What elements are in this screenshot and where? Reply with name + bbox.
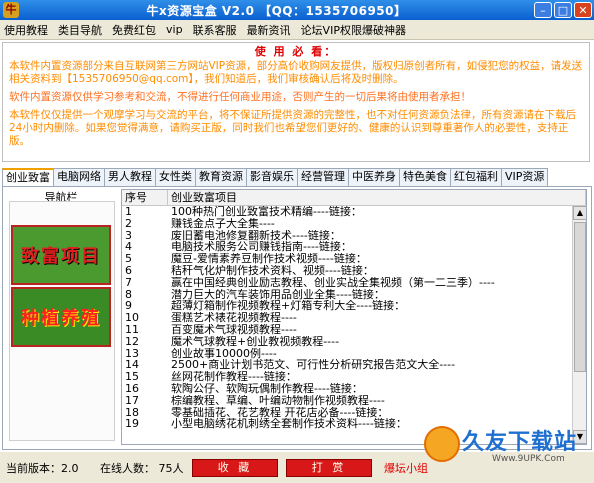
list-scrollbar[interactable]: ▲ ▼ xyxy=(572,206,586,444)
list-item-title: 魔豆-爱情素养豆制作技术视频----链接： xyxy=(171,253,367,265)
list-body: 1 100种热门创业致富技术精编----链接： 2 赚钱金点子大全集---- 3 废旧蓄电… xyxy=(122,206,586,430)
online-count: 在线人数： 75人 xyxy=(100,461,184,475)
tab-men[interactable]: 男人教程 xyxy=(104,168,156,186)
window-title: 牛x资源宝盒 V2.0 【QQ：1535706950】 xyxy=(146,3,407,18)
scroll-up-icon[interactable]: ▲ xyxy=(573,206,586,220)
list-item[interactable]: 14 2500+商业计划书范文、可行性分析研究报告范文大全---- xyxy=(122,359,586,371)
menu-category-nav[interactable]: 类目导航 xyxy=(58,22,102,38)
list-item-title: 创业故事10000例---- xyxy=(171,347,277,360)
site-watermark: 久友下载站 Www.9UPK.Com xyxy=(422,422,590,472)
list-item-index: 2 xyxy=(125,216,132,230)
list-item[interactable]: 3 废旧蓄电池修复翻新技术----链接： xyxy=(122,229,586,242)
list-item[interactable]: 9 超薄灯箱制作视频教程+灯箱专利大全----链接： xyxy=(122,300,586,312)
list-item-title: 电脑技术服务公司赚钱指南----链接： xyxy=(171,241,352,254)
list-item-title: 秸秆气化炉制作技术资料、视频----链接： xyxy=(171,264,374,277)
menu-vip[interactable]: vip xyxy=(166,23,183,36)
notice-panel: 使 用 必 看： 本软件内置资源部分来自互联网第三方网站VIP资源，部分高价收购… xyxy=(2,42,590,162)
maximize-button[interactable]: □ xyxy=(554,2,572,18)
list-header: 序号 创业致富项目 xyxy=(122,190,586,206)
tab-computer[interactable]: 电脑网络 xyxy=(53,168,105,186)
list-item-title: 魔术气球教程+创业教视频教程---- xyxy=(171,335,340,348)
list-item[interactable]: 6 秸秆气化炉制作技术资料、视频----链接： xyxy=(122,265,586,277)
watermark-text: 久友下载站 xyxy=(462,430,578,455)
nav-button-wealth-projects[interactable]: 致富项目 xyxy=(11,225,111,285)
list-item-index: 19 xyxy=(125,417,139,431)
list-item[interactable]: 1 100种热门创业致富技术精编----链接： xyxy=(122,206,586,218)
list-item[interactable]: 12 魔术气球教程+创业教视频教程---- xyxy=(122,334,586,348)
scroll-thumb[interactable] xyxy=(574,222,586,372)
nav-panel: 导航栏 致富项目 种植养殖 xyxy=(5,187,117,445)
list-item-title: 蛋糕艺术裱花视频教程---- xyxy=(171,312,297,324)
list-item-title: 棕编教程、草编、叶编动物制作视频教程---- xyxy=(171,394,385,407)
list-item[interactable]: 18 零基础插花、花艺教程 开花店必备----链接： xyxy=(122,406,586,419)
minimize-button[interactable]: – xyxy=(534,2,552,18)
list-item-index: 16 xyxy=(125,381,139,395)
list-item-title: 100种热门创业致富技术精编----链接： xyxy=(171,206,362,218)
tip-button[interactable]: 打 赏 xyxy=(286,458,372,477)
list-item-title: 赢在中国经典创业励志教程、创业实战全集视频（第一二三季）---- xyxy=(171,276,495,289)
list-item-index: 17 xyxy=(125,393,139,407)
menu-bar: 使用教程 类目导航 免费红包 vip 联系客服 最新资讯 论坛VIP权限爆破神器 xyxy=(0,20,594,40)
menu-news[interactable]: 最新资讯 xyxy=(247,22,291,38)
tab-content: 导航栏 致富项目 种植养殖 序号 创业致富项目 1 100种热门创业致富技术精编-… xyxy=(2,186,592,450)
menu-contact[interactable]: 联系客服 xyxy=(193,22,237,38)
list-item-title: 潜力巨大的汽车装饰用品创业全集----链接： xyxy=(171,288,385,301)
list-item[interactable]: 2 赚钱金点子大全集---- xyxy=(122,216,586,230)
category-tabs: 创业致富 电脑网络 男人教程 女性类 教育资源 影音娱乐 经营管理 中医养身 特… xyxy=(2,168,592,186)
notice-title: 使 用 必 看： xyxy=(254,45,338,58)
tab-vip[interactable]: VIP资源 xyxy=(501,168,549,186)
notice-paragraph: 本软件仅仅提供一个观摩学习与交流的平台，将不保证所提供资源的完整性，也不对任何资… xyxy=(9,109,576,147)
column-header-title[interactable]: 创业致富项目 xyxy=(168,190,586,205)
watermark-logo-icon xyxy=(424,426,460,462)
list-item[interactable]: 8 潜力巨大的汽车装饰用品创业全集----链接： xyxy=(122,288,586,301)
list-item-title: 2500+商业计划书范文、可行性分析研究报告范文大全---- xyxy=(171,359,456,372)
list-item[interactable]: 7 赢在中国经典创业励志教程、创业实战全集视频（第一二三季）---- xyxy=(122,275,586,289)
list-item-title: 废旧蓄电池修复翻新技术----链接： xyxy=(171,229,341,242)
menu-forum-tool[interactable]: 论坛VIP权限爆破神器 xyxy=(301,22,406,38)
tab-health[interactable]: 中医养身 xyxy=(348,168,400,186)
notice-paragraph: 软件内置资源仅供学习参考和交流，不得进行任何商业用途，否则产生的一切后果将由使用… xyxy=(9,91,471,103)
list-item[interactable]: 17 棕编教程、草编、叶编动物制作视频教程---- xyxy=(122,393,586,407)
notice-paragraph: 本软件内置资源部分来自互联网第三方网站VIP资源，部分高价收购网友提供，版权归原… xyxy=(9,60,583,85)
list-item-title: 超薄灯箱制作视频教程+灯箱专利大全----链接： xyxy=(171,300,406,313)
list-item-title: 赚钱金点子大全集---- xyxy=(171,217,275,230)
tab-food[interactable]: 特色美食 xyxy=(399,168,451,186)
tab-startup[interactable]: 创业致富 xyxy=(2,168,54,186)
list-item-index: 7 xyxy=(125,275,132,289)
column-header-index[interactable]: 序号 xyxy=(122,190,168,205)
menu-tutorial[interactable]: 使用教程 xyxy=(4,22,48,38)
tab-entertainment[interactable]: 影音娱乐 xyxy=(246,168,298,186)
nav-button-farming[interactable]: 种植养殖 xyxy=(11,287,111,347)
tab-women[interactable]: 女性类 xyxy=(155,168,196,186)
list-item-index: 6 xyxy=(125,263,132,277)
collect-button[interactable]: 收 藏 xyxy=(192,458,278,477)
list-item[interactable]: 10 蛋糕艺术裱花视频教程---- xyxy=(122,312,586,324)
list-item[interactable]: 13 创业故事10000例---- xyxy=(122,347,586,360)
list-item-index: 11 xyxy=(125,322,139,336)
list-item[interactable]: 16 软陶公仔、软陶玩偶制作教程----链接： xyxy=(122,383,586,395)
version-label: 当前版本：2.0 xyxy=(6,461,79,475)
close-button[interactable]: ✕ xyxy=(574,2,592,18)
app-icon: 牛 xyxy=(3,2,19,18)
tab-education[interactable]: 教育资源 xyxy=(195,168,247,186)
list-item[interactable]: 5 魔豆-爱情素养豆制作技术视频----链接： xyxy=(122,253,586,265)
list-item-title: 百变魔术气球视频教程---- xyxy=(171,323,297,336)
list-item-title: 零基础插花、花艺教程 开花店必备----链接： xyxy=(171,406,389,419)
tab-redpacket[interactable]: 红包福利 xyxy=(450,168,502,186)
watermark-url: Www.9UPK.Com xyxy=(492,454,565,464)
list-item-title: 丝网花制作教程----链接： xyxy=(171,371,297,383)
list-item[interactable]: 11 百变魔术气球视频教程---- xyxy=(122,324,586,336)
list-item-index: 12 xyxy=(125,334,139,348)
list-item[interactable]: 15 丝网花制作教程----链接： xyxy=(122,371,586,383)
list-item[interactable]: 4 电脑技术服务公司赚钱指南----链接： xyxy=(122,241,586,253)
menu-free-redpacket[interactable]: 免费红包 xyxy=(112,22,156,38)
list-item-title: 软陶公仔、软陶玩偶制作教程----链接： xyxy=(171,382,363,395)
resource-list: 序号 创业致富项目 1 100种热门创业致富技术精编----链接： 2 赚钱金点子大全… xyxy=(121,189,587,445)
tab-management[interactable]: 经营管理 xyxy=(297,168,349,186)
title-bar: 牛 牛x资源宝盒 V2.0 【QQ：1535706950】 – □ ✕ xyxy=(0,0,594,20)
